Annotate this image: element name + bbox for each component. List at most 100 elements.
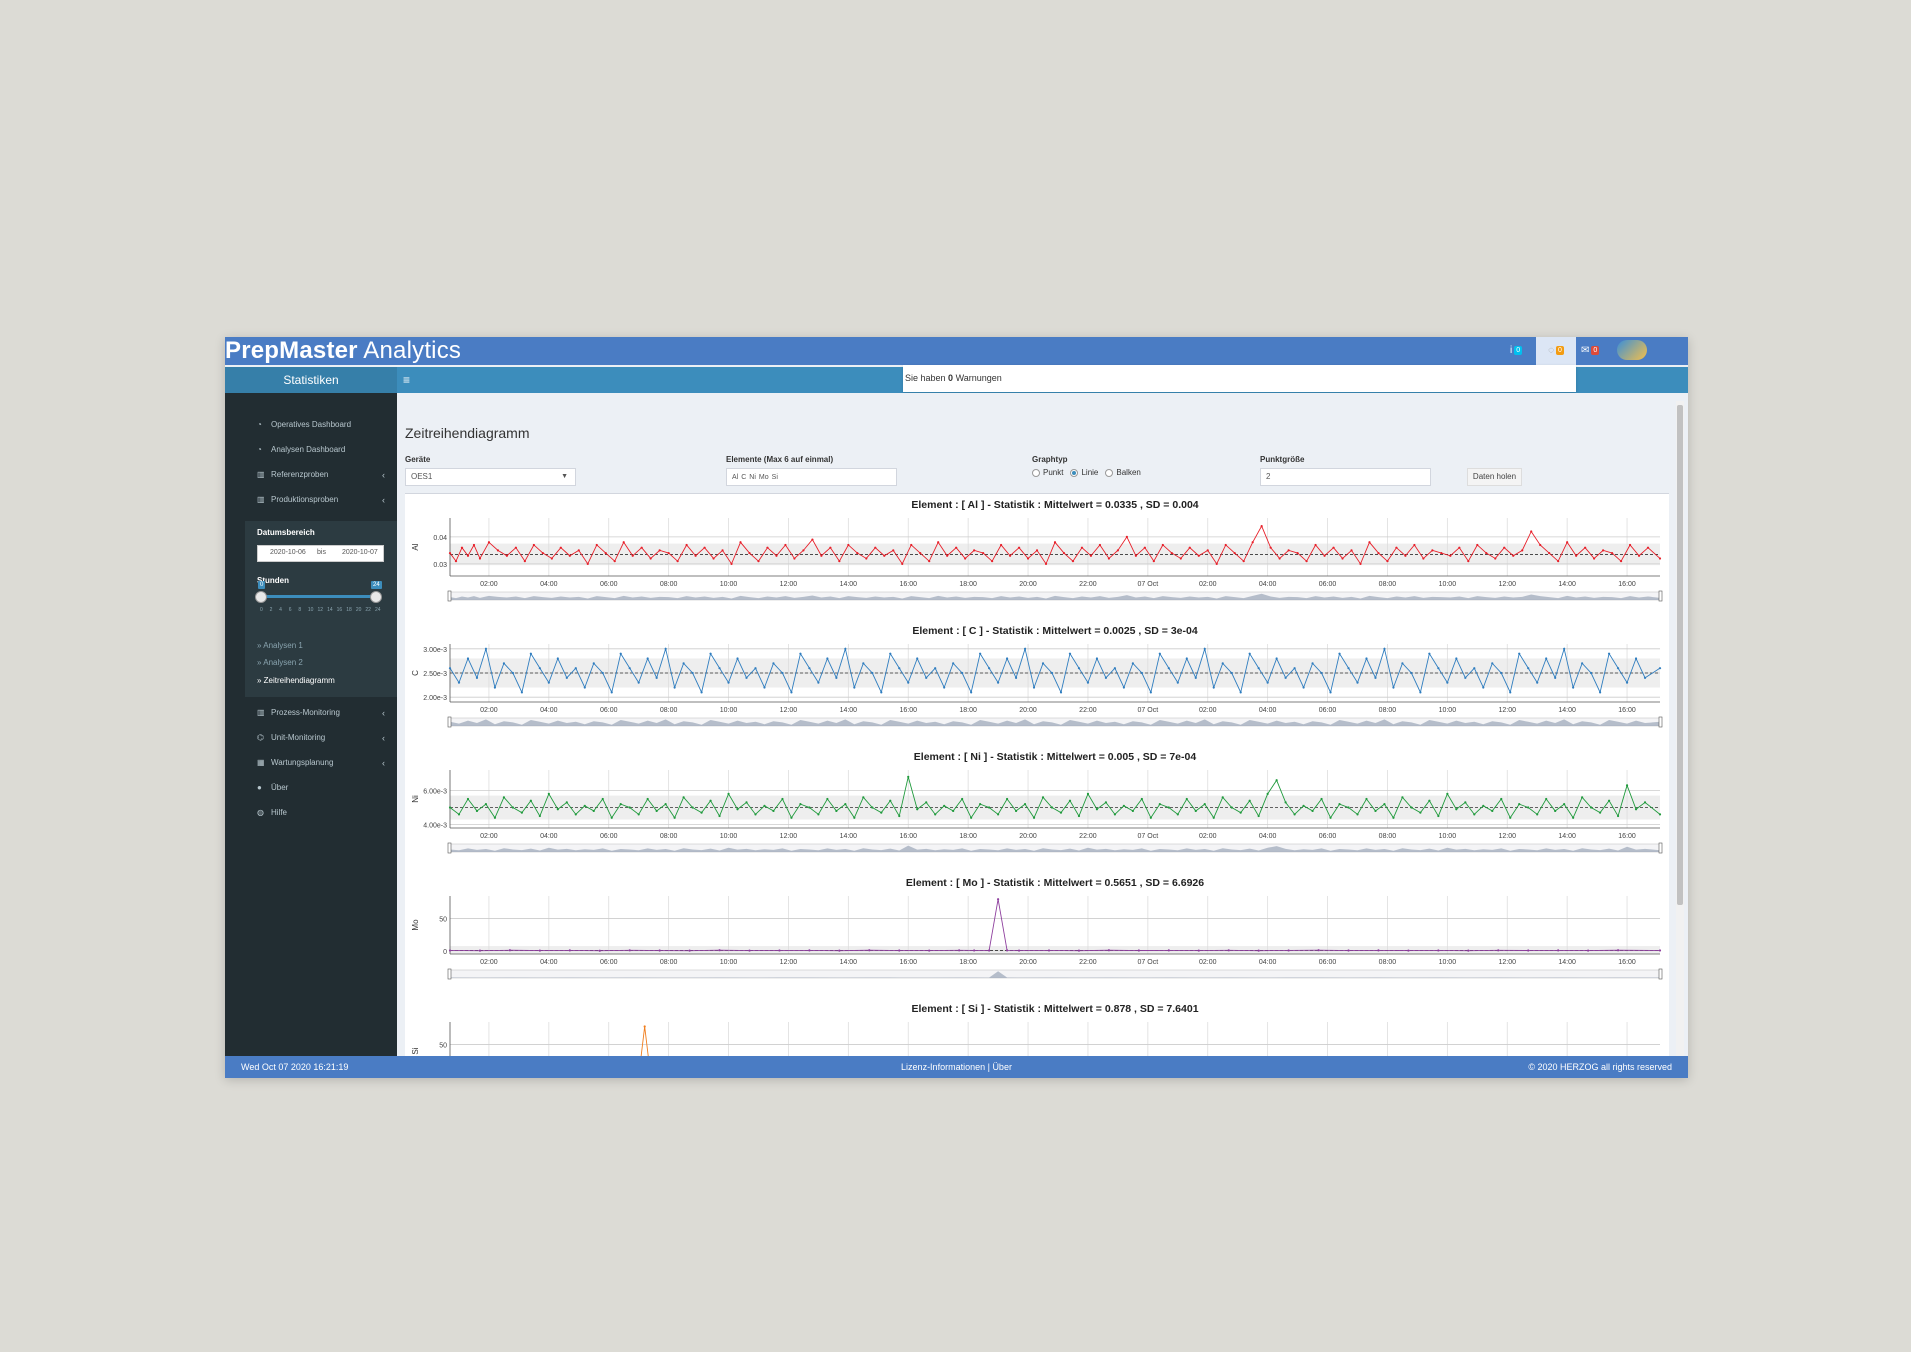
user-menu[interactable]: demo0001	[1617, 337, 1688, 384]
x-tick-label: 10:00	[720, 707, 738, 714]
x-tick-label: 14:00	[840, 833, 858, 840]
data-point	[1575, 554, 1578, 557]
data-point	[649, 557, 652, 560]
date-from[interactable]: 2020-10-06	[270, 549, 306, 556]
data-point	[1230, 806, 1233, 809]
data-point	[538, 667, 541, 670]
data-point	[1293, 813, 1296, 816]
data-point	[610, 816, 613, 819]
data-point	[622, 541, 625, 544]
x-tick-label: 14:00	[840, 707, 858, 714]
element-tag[interactable]: Si	[772, 471, 778, 485]
data-point	[565, 676, 568, 679]
sidebar-item-wartungsplanung[interactable]: ▦ Wartungsplanung ‹	[225, 752, 397, 774]
brand-logo[interactable]: PrepMaster Analytics	[225, 337, 461, 365]
element-tag[interactable]: Ni	[749, 471, 756, 485]
data-point	[1143, 546, 1146, 549]
warnings-menu[interactable]: ◌ 0	[1536, 337, 1576, 365]
point-size-input[interactable]: 2	[1260, 468, 1431, 486]
sidebar-item-operatives-dashboard[interactable]: ◔ Operatives Dashboard	[225, 414, 397, 436]
x-tick-label: 12:00	[780, 707, 798, 714]
data-point	[958, 949, 961, 952]
content-scrollbar[interactable]	[1676, 401, 1684, 1056]
data-point	[628, 667, 631, 670]
data-point	[667, 551, 670, 555]
data-point	[727, 792, 730, 795]
range-handle-right[interactable]	[1658, 716, 1663, 728]
data-point	[784, 543, 787, 547]
data-point	[1113, 813, 1117, 816]
data-point	[640, 546, 643, 549]
chevron-left-icon: ‹	[382, 708, 385, 718]
data-point	[1122, 686, 1125, 689]
hours-tick-label: 0	[260, 607, 263, 613]
data-point	[550, 557, 553, 560]
data-point	[910, 543, 913, 547]
graphtype-radio-balken[interactable]	[1105, 468, 1114, 477]
sidebar-item-hilfe[interactable]: ◍ Hilfe	[225, 802, 397, 824]
info-menu[interactable]: i0	[1510, 337, 1523, 365]
element-tag[interactable]: Mo	[759, 471, 769, 485]
data-point	[1446, 792, 1449, 795]
device-select[interactable]: OES1 ▼	[405, 468, 576, 486]
sidebar-subitem-analysen-1[interactable]: » Analysen 1	[257, 641, 303, 650]
sidebar-item-referenzproben[interactable]: ▥ Referenzproben ‹	[225, 464, 397, 486]
element-tag[interactable]: Al	[732, 471, 738, 485]
hours-slider-track[interactable]	[260, 595, 373, 598]
range-handle-left[interactable]	[447, 716, 452, 728]
data-point	[628, 949, 631, 952]
x-tick-label: 07 Oct	[1138, 959, 1159, 966]
x-tick-label: 04:00	[540, 581, 558, 588]
data-point	[1566, 541, 1569, 544]
range-handle-right[interactable]	[1658, 842, 1663, 854]
date-range-input[interactable]: 2020-10-06 bis 2020-10-07	[257, 545, 384, 562]
sidebar-item-uber[interactable]: ● Über	[225, 777, 397, 799]
menu-toggle-icon[interactable]: ≡	[403, 367, 410, 393]
sidebar-item-unit-monitoring[interactable]: ⌬ Unit-Monitoring ‹	[225, 727, 397, 749]
data-point	[952, 662, 955, 665]
range-handle-right[interactable]	[1658, 968, 1663, 980]
data-point	[1374, 809, 1377, 813]
data-point	[916, 808, 919, 811]
data-point	[1026, 557, 1030, 560]
data-point	[898, 814, 901, 818]
data-point	[1098, 543, 1102, 547]
data-point	[448, 667, 452, 670]
x-tick-label: 04:00	[540, 959, 558, 966]
range-handle-left[interactable]	[447, 968, 452, 980]
sidebar-subitem-analysen-2[interactable]: » Analysen 2	[257, 658, 303, 667]
y-tick-label: 0	[443, 949, 447, 956]
sidebar-item-prozess-monitoring[interactable]: ▥ Prozess-Monitoring ‹	[225, 702, 397, 724]
graphtype-radio-punkt[interactable]	[1032, 468, 1040, 477]
range-handle-right[interactable]	[1658, 590, 1663, 602]
about-link[interactable]: Über	[992, 1062, 1012, 1072]
scrollbar-thumb[interactable]	[1677, 405, 1683, 905]
element-tag[interactable]: C	[741, 471, 746, 485]
graphtype-radio-linie[interactable]	[1070, 468, 1079, 477]
data-point	[1296, 551, 1299, 555]
sidebar-subitem-zeitreihendiagramm[interactable]: » Zeitreihendiagramm	[257, 676, 335, 685]
range-handle-left[interactable]	[447, 842, 452, 854]
data-point	[1572, 686, 1575, 689]
subitem-label: Analysen 2	[263, 658, 303, 667]
y-tick-label: 2.50e-3	[423, 671, 447, 678]
point-size-value: 2	[1266, 472, 1271, 481]
license-link[interactable]: Lizenz-Informationen	[901, 1062, 985, 1072]
y-tick-label: 50	[439, 917, 447, 924]
hours-slider-handle-min[interactable]	[255, 591, 267, 603]
sidebar-item-produktionsproben[interactable]: ▥ Produktionsproben ‹	[225, 489, 397, 511]
data-point	[676, 560, 679, 563]
range-handle-left[interactable]	[447, 590, 452, 602]
fetch-data-button[interactable]: Daten holen	[1467, 468, 1522, 486]
sidebar-item-analysen-dashboard[interactable]: ◔ Analysen Dashboard	[225, 439, 397, 461]
data-point	[943, 686, 946, 689]
elements-multiselect[interactable]: Al C Ni Mo Si	[726, 468, 897, 486]
globe-icon: ◍	[257, 808, 264, 817]
data-point	[565, 801, 568, 804]
x-tick-label: 08:00	[660, 581, 678, 588]
hours-slider-handle-max[interactable]	[370, 591, 382, 603]
notifications-menu[interactable]: ✉ 0	[1581, 337, 1600, 365]
date-to[interactable]: 2020-10-07	[342, 549, 378, 556]
data-point	[973, 549, 976, 552]
data-point	[1320, 671, 1323, 675]
